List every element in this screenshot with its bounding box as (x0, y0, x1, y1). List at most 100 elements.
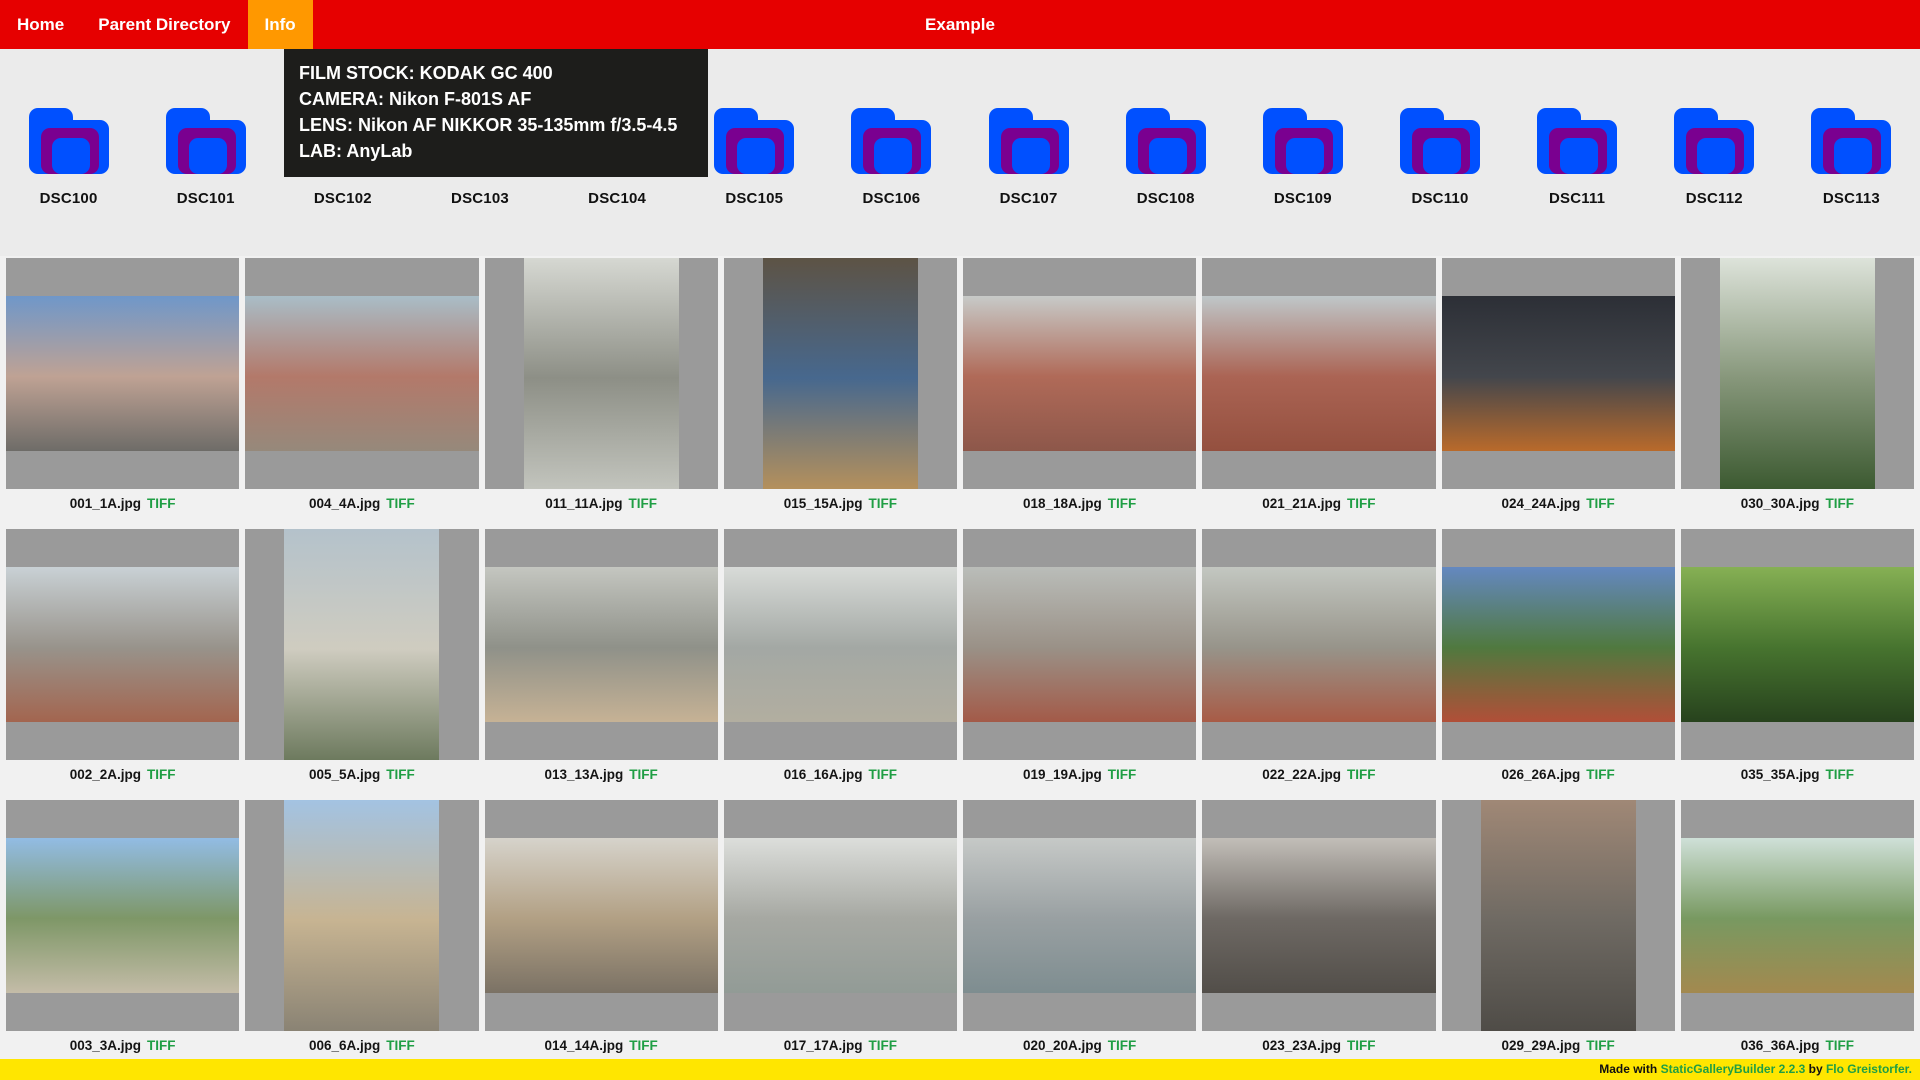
photo-thumbnail-link[interactable] (245, 800, 478, 1031)
photo-card-label: 005_5A.jpg TIFF (245, 760, 478, 800)
footer-builder-link[interactable]: StaticGalleryBuilder 2.2.3 (1661, 1062, 1806, 1076)
photo-filename: 021_21A.jpg (1262, 496, 1341, 529)
photo-thumbnail-link[interactable] (485, 529, 718, 760)
tiff-download-link[interactable]: TIFF (1586, 496, 1615, 529)
tiff-download-link[interactable]: TIFF (147, 767, 176, 800)
photo-thumbnail-link[interactable] (1202, 800, 1435, 1031)
photo-card: 030_30A.jpg TIFF (1681, 258, 1914, 529)
photo-thumbnail (1720, 258, 1875, 489)
photo-thumbnail (485, 567, 718, 722)
photo-filename: 015_15A.jpg (784, 496, 863, 529)
photo-filename: 019_19A.jpg (1023, 767, 1102, 800)
photo-thumbnail-link[interactable] (485, 258, 718, 489)
photo-thumbnail (245, 296, 478, 451)
photo-filename: 013_13A.jpg (544, 767, 623, 800)
photo-card-label: 022_22A.jpg TIFF (1202, 760, 1435, 800)
tiff-download-link[interactable]: TIFF (1347, 496, 1376, 529)
photo-card-label: 035_35A.jpg TIFF (1681, 760, 1914, 800)
nav-item-parent-directory[interactable]: Parent Directory (81, 0, 247, 49)
photo-thumbnail-link[interactable] (1202, 529, 1435, 760)
photo-card: 023_23A.jpg TIFF (1202, 800, 1435, 1071)
photo-thumbnail-link[interactable] (245, 258, 478, 489)
folder-item-dsc106[interactable]: DSC106 (823, 49, 960, 256)
photo-thumbnail-link[interactable] (724, 258, 957, 489)
folder-icon (1537, 108, 1617, 174)
photo-thumbnail-link[interactable] (1681, 529, 1914, 760)
footer-made-with-text: Made with (1599, 1062, 1660, 1076)
tiff-download-link[interactable]: TIFF (869, 767, 898, 800)
photo-thumbnail-link[interactable] (245, 529, 478, 760)
folder-item-dsc111[interactable]: DSC111 (1509, 49, 1646, 256)
photo-thumbnail-link[interactable] (1442, 529, 1675, 760)
tiff-download-link[interactable]: TIFF (869, 496, 898, 529)
folder-icon (166, 108, 246, 174)
photo-filename: 005_5A.jpg (309, 767, 380, 800)
photo-filename: 016_16A.jpg (784, 767, 863, 800)
photo-card-label: 001_1A.jpg TIFF (6, 489, 239, 529)
tiff-download-link[interactable]: TIFF (1108, 496, 1137, 529)
folder-label: DSC101 (177, 190, 235, 207)
photo-card-label: 026_26A.jpg TIFF (1442, 760, 1675, 800)
photo-thumbnail-link[interactable] (1681, 258, 1914, 489)
photo-card: 004_4A.jpg TIFF (245, 258, 478, 529)
folder-item-dsc112[interactable]: DSC112 (1646, 49, 1783, 256)
photo-card: 006_6A.jpg TIFF (245, 800, 478, 1071)
tiff-download-link[interactable]: TIFF (386, 496, 415, 529)
photo-thumbnail-link[interactable] (1202, 258, 1435, 489)
photo-thumbnail-link[interactable] (6, 529, 239, 760)
photo-card-label: 004_4A.jpg TIFF (245, 489, 478, 529)
photo-thumbnail (284, 800, 439, 1031)
tiff-download-link[interactable]: TIFF (1108, 767, 1137, 800)
photo-thumbnail-link[interactable] (724, 529, 957, 760)
photo-thumbnail-link[interactable] (6, 800, 239, 1031)
photo-card-label: 011_11A.jpg TIFF (485, 489, 718, 529)
photo-thumbnail-link[interactable] (724, 800, 957, 1031)
folder-icon (989, 108, 1069, 174)
nav-item-info[interactable]: Info (248, 0, 313, 49)
footer-by-text: by (1805, 1062, 1826, 1076)
nav-item-home[interactable]: Home (0, 0, 81, 49)
photo-thumbnail-link[interactable] (963, 800, 1196, 1031)
folder-icon (1126, 108, 1206, 174)
folder-item-dsc113[interactable]: DSC113 (1783, 49, 1920, 256)
photo-filename: 001_1A.jpg (70, 496, 141, 529)
info-line-film-stock: FILM STOCK: KODAK GC 400 (299, 60, 693, 86)
photo-card: 026_26A.jpg TIFF (1442, 529, 1675, 800)
photo-thumbnail (1481, 800, 1636, 1031)
folder-item-dsc108[interactable]: DSC108 (1097, 49, 1234, 256)
photo-gallery-grid: 001_1A.jpg TIFF 004_4A.jpg TIFF 011_11A.… (0, 256, 1920, 1071)
tiff-download-link[interactable]: TIFF (1347, 767, 1376, 800)
tiff-download-link[interactable]: TIFF (386, 767, 415, 800)
folder-item-dsc109[interactable]: DSC109 (1234, 49, 1371, 256)
folder-item-dsc101[interactable]: DSC101 (137, 49, 274, 256)
photo-thumbnail-link[interactable] (1442, 258, 1675, 489)
photo-thumbnail (1442, 567, 1675, 722)
photo-thumbnail-link[interactable] (485, 800, 718, 1031)
top-nav: Home Parent Directory Info Example (0, 0, 1920, 49)
photo-thumbnail-link[interactable] (963, 529, 1196, 760)
folder-label: DSC113 (1823, 190, 1880, 207)
photo-thumbnail-link[interactable] (6, 258, 239, 489)
photo-thumbnail-link[interactable] (1442, 800, 1675, 1031)
folder-icon (714, 108, 794, 174)
folder-item-dsc110[interactable]: DSC110 (1371, 49, 1508, 256)
footer-author-link[interactable]: Flo Greistorfer. (1826, 1062, 1912, 1076)
tiff-download-link[interactable]: TIFF (147, 496, 176, 529)
folder-item-dsc107[interactable]: DSC107 (960, 49, 1097, 256)
photo-thumbnail (1202, 296, 1435, 451)
folder-label: DSC104 (588, 190, 646, 207)
photo-filename: 022_22A.jpg (1262, 767, 1341, 800)
tiff-download-link[interactable]: TIFF (1586, 767, 1615, 800)
photo-filename: 024_24A.jpg (1501, 496, 1580, 529)
folder-label: DSC108 (1137, 190, 1195, 207)
folder-item-dsc100[interactable]: DSC100 (0, 49, 137, 256)
tiff-download-link[interactable]: TIFF (629, 496, 658, 529)
tiff-download-link[interactable]: TIFF (1826, 767, 1855, 800)
photo-thumbnail-link[interactable] (963, 258, 1196, 489)
folder-label: DSC111 (1549, 190, 1605, 207)
photo-filename: 035_35A.jpg (1741, 767, 1820, 800)
tiff-download-link[interactable]: TIFF (629, 767, 658, 800)
photo-card-label: 021_21A.jpg TIFF (1202, 489, 1435, 529)
tiff-download-link[interactable]: TIFF (1826, 496, 1855, 529)
photo-thumbnail-link[interactable] (1681, 800, 1914, 1031)
